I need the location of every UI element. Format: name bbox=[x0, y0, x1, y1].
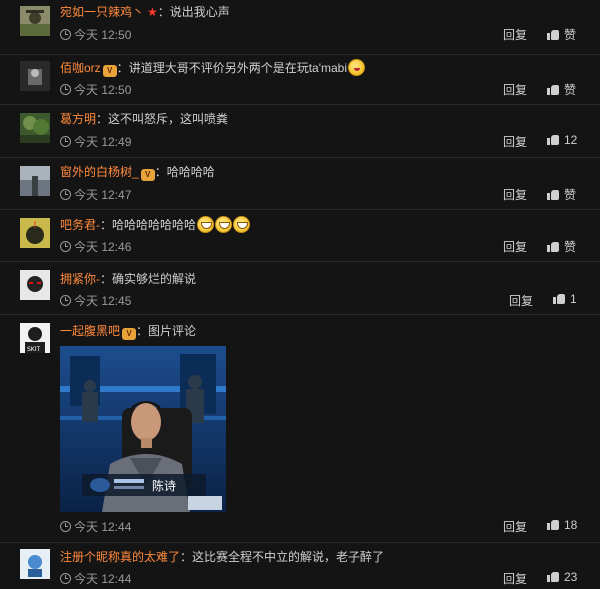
grin-emoji-icon bbox=[197, 216, 215, 233]
timestamp: 今天 12:45 bbox=[60, 292, 131, 309]
clock-icon bbox=[60, 84, 71, 95]
thumbs-up-icon bbox=[547, 518, 560, 530]
reply-button[interactable]: 回复 bbox=[503, 570, 527, 587]
timestamp: 今天 12:47 bbox=[60, 186, 131, 203]
timestamp: 今天 12:44 bbox=[60, 518, 131, 535]
member-badge-icon: V bbox=[140, 169, 155, 181]
like-button[interactable]: 赞 bbox=[547, 26, 576, 43]
avatar[interactable] bbox=[20, 549, 50, 579]
reply-button[interactable]: 回复 bbox=[503, 186, 527, 203]
comment-text: 这不叫怒斥，这叫喷粪 bbox=[108, 112, 229, 126]
comment-line: 一起腹黑吧 V ：图片评论 bbox=[60, 324, 197, 340]
comment-line: 佰咖orz V ：讲道理大哥不评价另外两个是在玩ta'mabi bbox=[60, 59, 365, 77]
thumbs-up-icon bbox=[547, 83, 560, 95]
comment-image[interactable]: 陈诗 bbox=[60, 346, 226, 512]
thumbs-up-icon bbox=[547, 133, 560, 145]
comment-item: 拥紧你-：确实够烂的解说 今天 12:45 回复 1 bbox=[0, 261, 600, 314]
username[interactable]: 一起腹黑吧 bbox=[60, 324, 120, 338]
comment-line: 吧务君-：哈哈哈哈哈哈哈 bbox=[60, 216, 251, 233]
comment-line: 注册个昵称真的太难了：这比赛全程不中立的解说，老子醉了 bbox=[60, 550, 385, 564]
clock-icon bbox=[60, 295, 71, 306]
reply-button[interactable]: 回复 bbox=[503, 26, 527, 43]
clock-icon bbox=[60, 573, 71, 584]
emoji-icon bbox=[348, 59, 365, 76]
comment-text: 讲道理大哥不评价另外两个是在玩ta'mabi bbox=[128, 61, 347, 75]
clock-icon bbox=[60, 29, 71, 40]
username[interactable]: 佰咖orz bbox=[60, 61, 101, 75]
comment-text: 图片评论 bbox=[148, 324, 197, 338]
reply-button[interactable]: 回复 bbox=[509, 292, 533, 309]
like-button[interactable]: 1 bbox=[553, 292, 577, 306]
svg-text:SKIT: SKIT bbox=[27, 346, 41, 353]
member-badge-icon: V bbox=[122, 328, 137, 340]
thumbs-up-icon bbox=[547, 240, 560, 252]
like-button[interactable]: 12 bbox=[547, 133, 577, 147]
username[interactable]: 葛方明 bbox=[60, 112, 96, 126]
timestamp: 今天 12:50 bbox=[60, 81, 131, 98]
reply-button[interactable]: 回复 bbox=[503, 518, 527, 535]
clock-icon bbox=[60, 189, 71, 200]
avatar[interactable] bbox=[20, 61, 50, 91]
username[interactable]: 吧务君- bbox=[60, 218, 100, 232]
reply-button[interactable]: 回复 bbox=[503, 81, 527, 98]
timestamp: 今天 12:50 bbox=[60, 26, 131, 43]
timestamp: 今天 12:44 bbox=[60, 570, 131, 587]
svg-text:!: ! bbox=[33, 220, 37, 231]
reply-button[interactable]: 回复 bbox=[503, 133, 527, 150]
comment-line: 宛如一只辣鸡丶 ★：说出我心声 bbox=[60, 5, 230, 19]
reply-button[interactable]: 回复 bbox=[503, 238, 527, 255]
vip-star-icon: ★ bbox=[147, 5, 158, 19]
comment-item: 佰咖orz V ：讲道理大哥不评价另外两个是在玩ta'mabi 今天 12:50 回… bbox=[0, 54, 600, 104]
image-caption: 陈诗 bbox=[152, 478, 176, 493]
comment-item: 葛方明：这不叫怒斥，这叫喷粪 今天 12:49 回复 12 bbox=[0, 104, 600, 157]
member-badge-icon: V bbox=[102, 65, 117, 77]
like-button[interactable]: 赞 bbox=[547, 81, 576, 98]
like-button[interactable]: 18 bbox=[547, 518, 577, 532]
like-button[interactable]: 23 bbox=[547, 570, 577, 584]
comment-line: 拥紧你-：确实够烂的解说 bbox=[60, 272, 197, 286]
comment-text: 说出我心声 bbox=[169, 5, 230, 19]
thumbs-up-icon bbox=[553, 292, 566, 304]
comment-text: 确实够烂的解说 bbox=[112, 272, 197, 286]
comment-item: 注册个昵称真的太难了：这比赛全程不中立的解说，老子醉了 今天 12:44 回复 … bbox=[0, 542, 600, 589]
timestamp: 今天 12:49 bbox=[60, 133, 131, 150]
comment-text: 哈哈哈哈 bbox=[166, 165, 215, 179]
comment-item: 宛如一只辣鸡丶 ★：说出我心声 今天 12:50 回复 赞 bbox=[0, 0, 600, 54]
comment-text: 哈哈哈哈哈哈哈 bbox=[112, 218, 197, 232]
like-button[interactable]: 赞 bbox=[547, 186, 576, 203]
username[interactable]: 宛如一只辣鸡丶 bbox=[60, 5, 144, 19]
grin-emoji-icon bbox=[215, 216, 233, 233]
comment-item: 窗外的白杨树_ V ：哈哈哈哈 今天 12:47 回复 赞 bbox=[0, 157, 600, 209]
username[interactable]: 注册个昵称真的太难了 bbox=[60, 550, 180, 564]
comment-line: 葛方明：这不叫怒斥，这叫喷粪 bbox=[60, 112, 229, 126]
grin-emoji-icon bbox=[233, 216, 251, 233]
avatar[interactable] bbox=[20, 113, 50, 143]
clock-icon bbox=[60, 241, 71, 252]
avatar[interactable] bbox=[20, 6, 50, 36]
comment-line: 窗外的白杨树_ V ：哈哈哈哈 bbox=[60, 165, 215, 181]
username[interactable]: 窗外的白杨树_ bbox=[60, 165, 139, 179]
clock-icon bbox=[60, 521, 71, 532]
like-button[interactable]: 赞 bbox=[547, 238, 576, 255]
comment-item: ! 吧务君-：哈哈哈哈哈哈哈 今天 12:46 回复 赞 bbox=[0, 209, 600, 261]
thumbs-up-icon bbox=[547, 28, 560, 40]
avatar[interactable]: ! bbox=[20, 218, 50, 248]
thumbs-up-icon bbox=[547, 570, 560, 582]
username[interactable]: 拥紧你- bbox=[60, 272, 100, 286]
avatar[interactable] bbox=[20, 166, 50, 196]
comment-text: 这比赛全程不中立的解说，老子醉了 bbox=[192, 550, 385, 564]
avatar[interactable] bbox=[20, 270, 50, 300]
avatar[interactable]: SKIT bbox=[20, 323, 50, 353]
thumbs-up-icon bbox=[547, 188, 560, 200]
timestamp: 今天 12:46 bbox=[60, 238, 131, 255]
clock-icon bbox=[60, 136, 71, 147]
